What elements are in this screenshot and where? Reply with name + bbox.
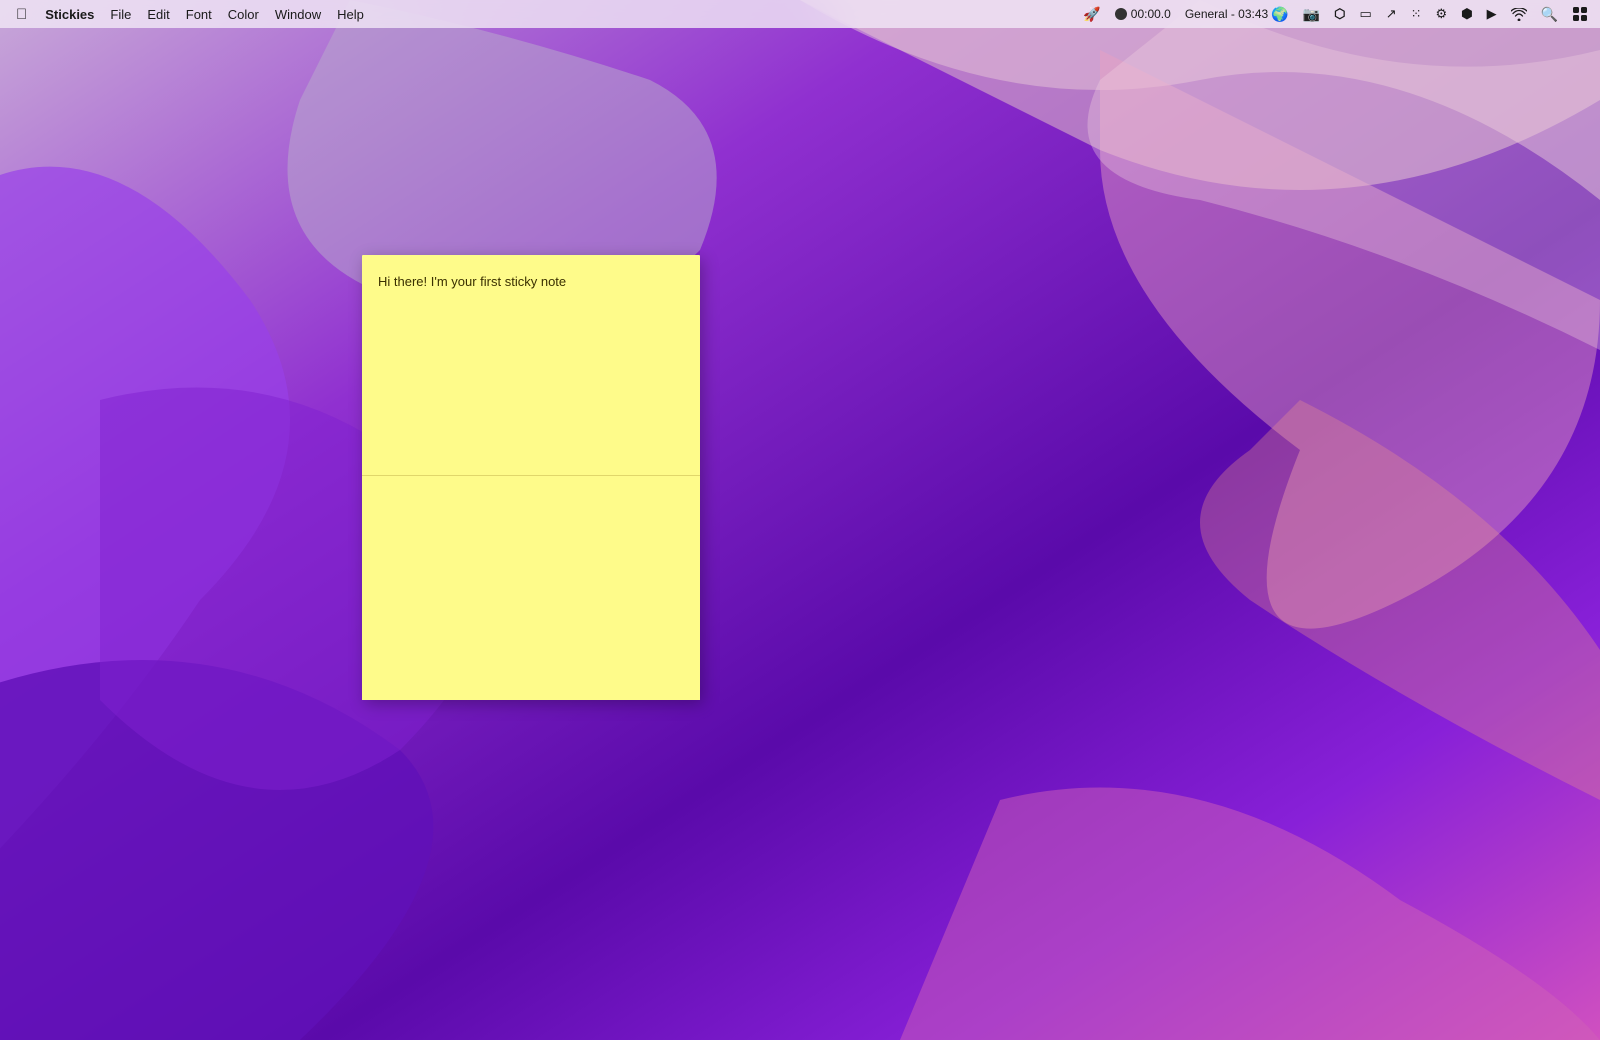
sticky-text[interactable]: Hi there! I'm your first sticky note: [378, 273, 684, 291]
menu-edit[interactable]: Edit: [139, 5, 177, 24]
recording-indicator[interactable]: 00:00.0: [1111, 5, 1175, 23]
wallpaper: [0, 0, 1600, 1040]
menu-window[interactable]: Window: [267, 5, 329, 24]
wifi-icon[interactable]: [1507, 6, 1531, 23]
play-icon[interactable]: ▶: [1483, 4, 1501, 24]
sticky-note-bottom[interactable]: [362, 476, 700, 700]
wallpaper-svg: [0, 0, 1600, 1040]
tools-icon[interactable]: ⚙: [1432, 4, 1452, 24]
display-icon[interactable]: ▭: [1355, 4, 1375, 24]
bluetooth-icon[interactable]: ⬢: [1457, 4, 1476, 24]
status-text: General - 03:43 🌍: [1181, 4, 1293, 25]
menu-file[interactable]: File: [102, 5, 139, 24]
annotate-icon[interactable]: ↗: [1382, 4, 1401, 24]
world-icon: 🌍: [1271, 6, 1288, 23]
menubar:  Stickies File Edit Font Color Window H…: [0, 0, 1600, 28]
app-name[interactable]: Stickies: [37, 5, 102, 24]
sticky-note-top: Hi there! I'm your first sticky note: [362, 255, 700, 475]
camera-icon[interactable]: 📷: [1299, 4, 1324, 25]
control-center-icon[interactable]: [1568, 4, 1592, 24]
menu-help[interactable]: Help: [329, 5, 372, 24]
apple-menu[interactable]: : [8, 4, 35, 25]
status-label: General - 03:43: [1185, 7, 1268, 21]
layers-icon[interactable]: ⬡: [1330, 4, 1349, 24]
apps-icon[interactable]: ⁙: [1407, 4, 1426, 24]
recording-dot: [1115, 8, 1127, 20]
recording-time: 00:00.0: [1131, 7, 1171, 21]
search-icon[interactable]: 🔍: [1537, 4, 1562, 25]
menubar-right: 🚀 00:00.0 General - 03:43 🌍 📷 ⬡ ▭ ↗ ⁙ ⚙ …: [1079, 4, 1592, 25]
menu-font[interactable]: Font: [178, 5, 220, 24]
rocket-icon[interactable]: 🚀: [1079, 4, 1104, 25]
sticky-note[interactable]: Hi there! I'm your first sticky note: [362, 255, 700, 700]
menubar-left:  Stickies File Edit Font Color Window H…: [8, 4, 372, 25]
menu-color[interactable]: Color: [220, 5, 267, 24]
